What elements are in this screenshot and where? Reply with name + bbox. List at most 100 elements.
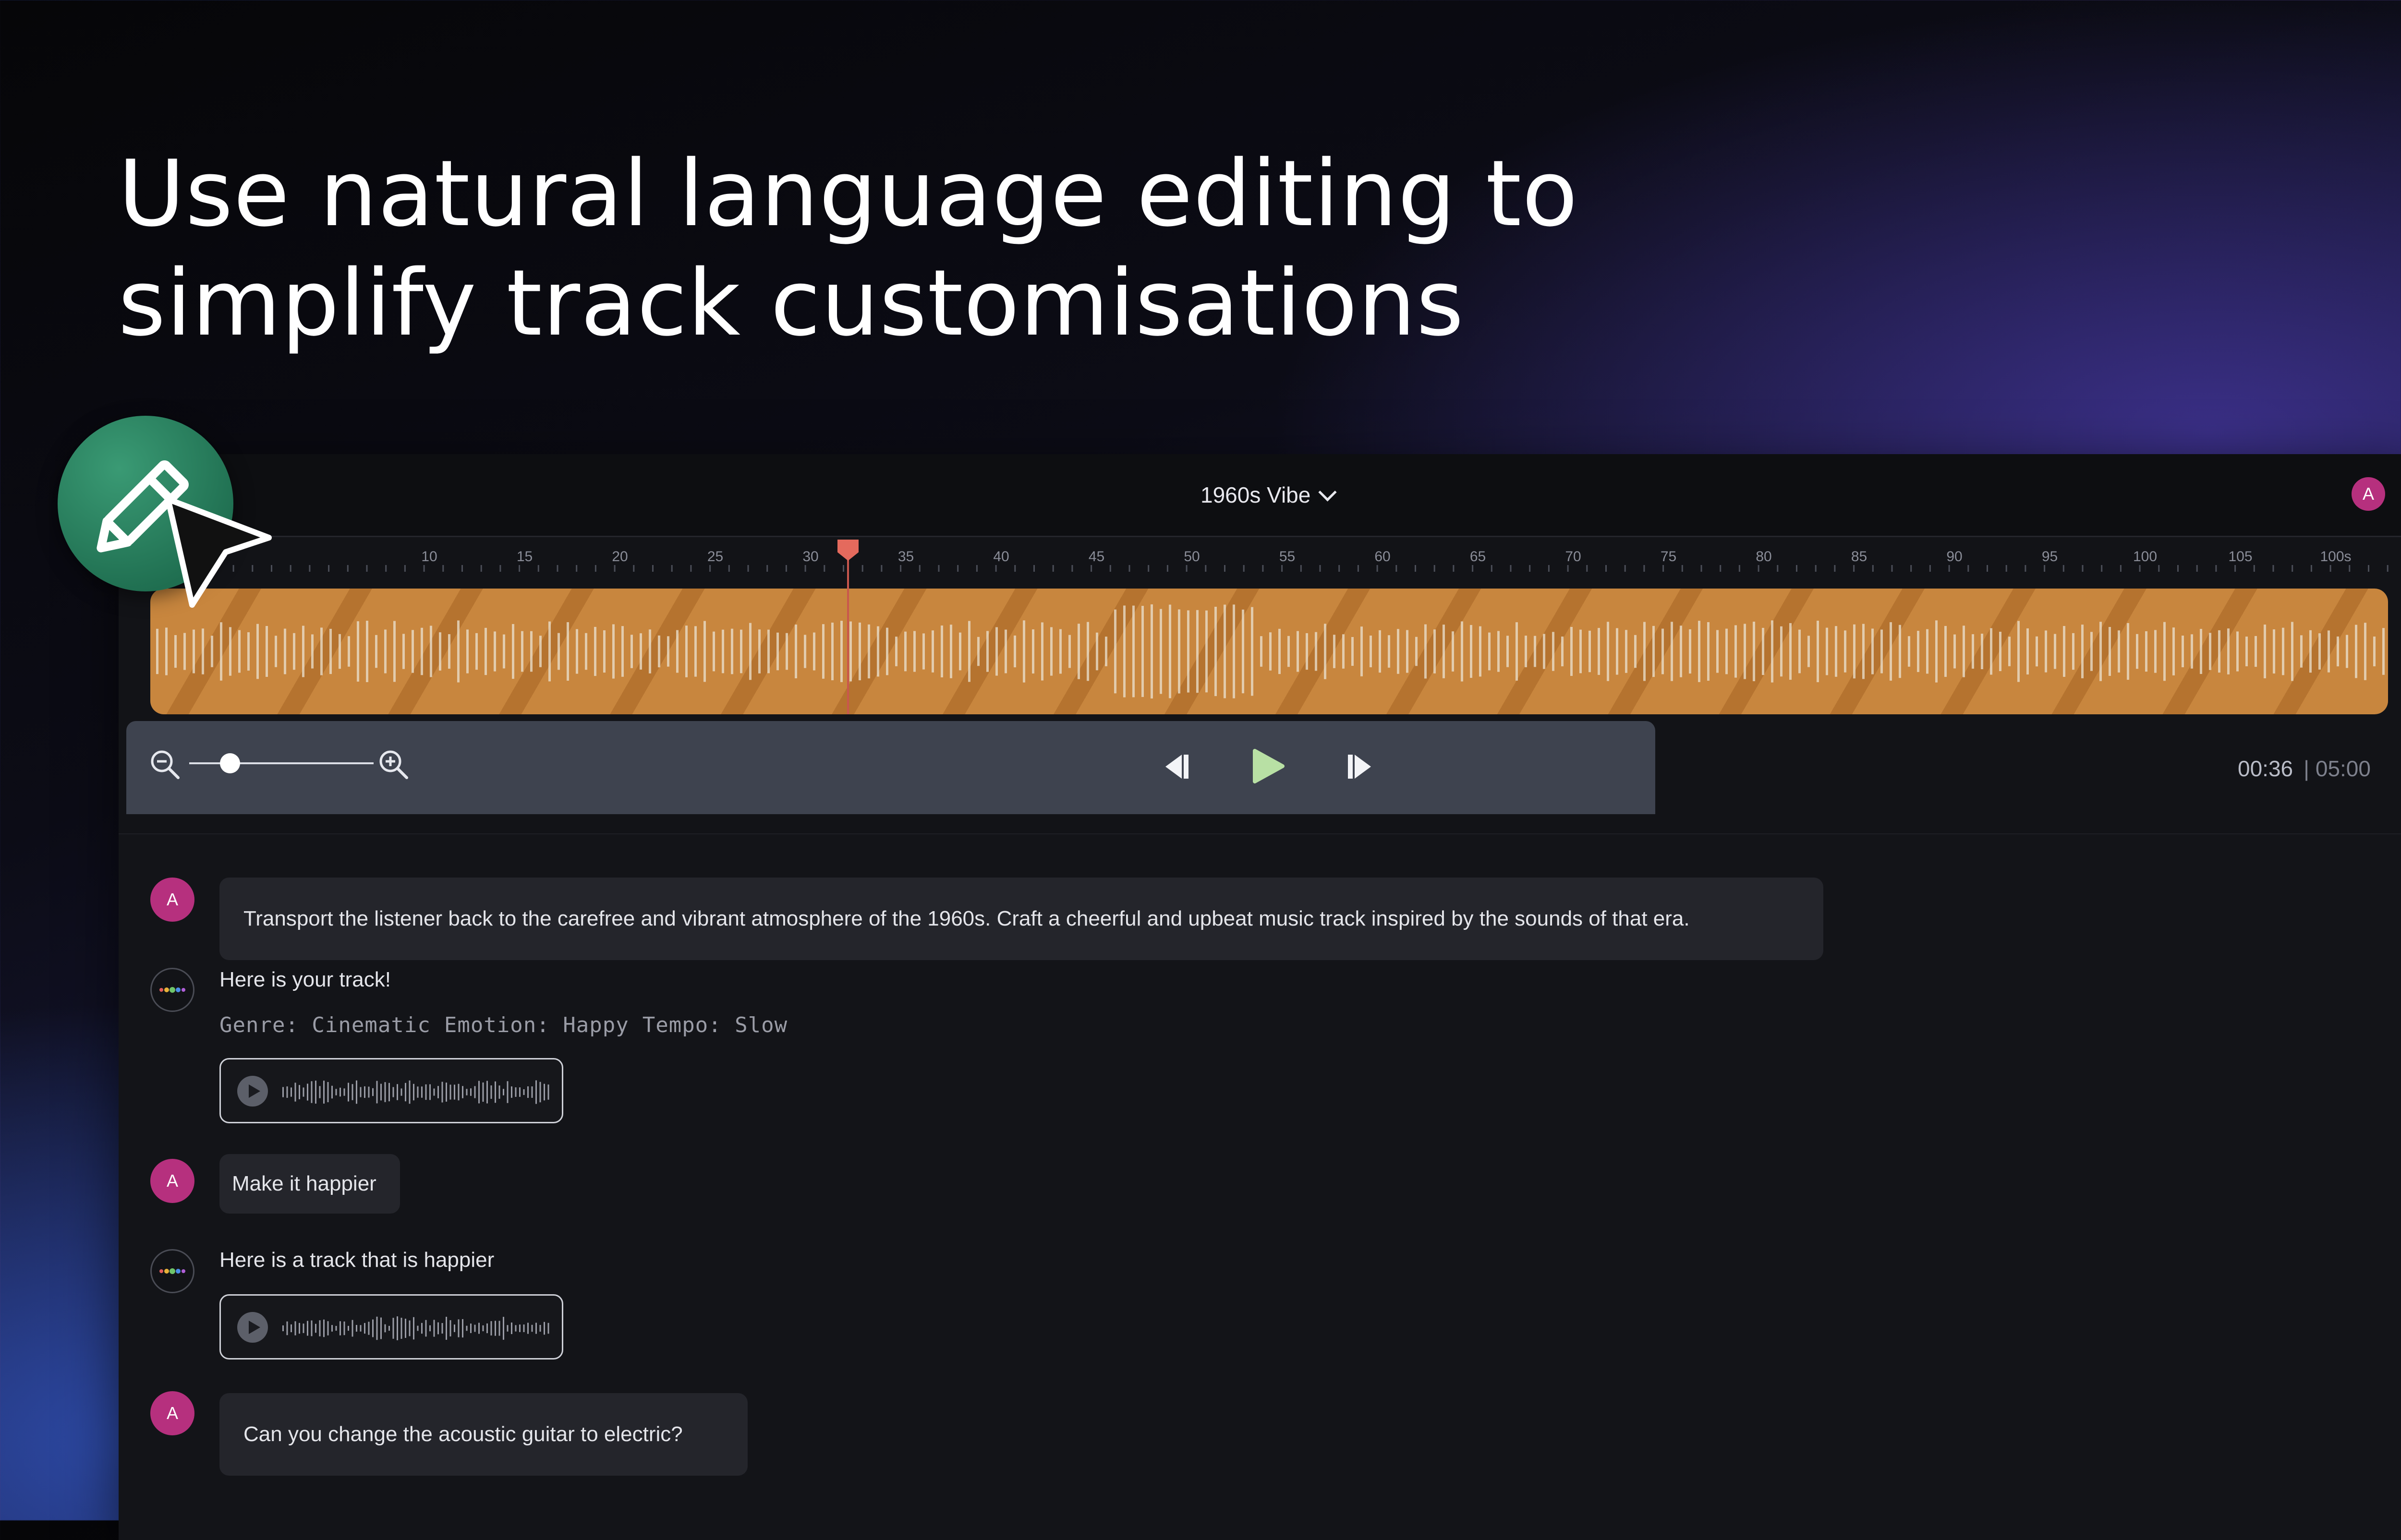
mini-waveform-bar [474, 1086, 476, 1098]
cursor-icon [165, 496, 272, 608]
waveform-bar [1424, 624, 1427, 679]
waveform-logo-icon [159, 987, 185, 993]
skip-forward-icon[interactable] [1345, 751, 1377, 782]
waveform-bar [576, 629, 578, 674]
waveform-bar [2337, 636, 2339, 667]
zoom-slider-track[interactable] [189, 762, 374, 764]
mini-waveform-bar [466, 1325, 468, 1331]
skip-back-icon[interactable] [1160, 751, 1191, 782]
mini-waveform-bar [331, 1325, 333, 1332]
waveform-bar [1214, 606, 1217, 697]
waveform-bar [548, 621, 551, 682]
waveform-bar [165, 627, 168, 675]
play-icon[interactable] [237, 1312, 268, 1343]
play-icon[interactable] [1249, 748, 1285, 784]
waveform-bar [685, 626, 688, 677]
waveform-bar [448, 634, 450, 669]
waveform-bar [1360, 626, 1363, 676]
waveform-bar [1634, 635, 1637, 668]
mini-waveform-bar [535, 1323, 537, 1334]
mini-waveform-bar [544, 1083, 545, 1101]
ruler-label: 75 [1661, 549, 1676, 565]
waveform-track[interactable] [150, 589, 2388, 714]
track-title-dropdown[interactable]: 1960s Vibe [1200, 482, 1337, 508]
waveform-bar [913, 631, 916, 672]
play-icon[interactable] [237, 1076, 268, 1107]
waveform-bar [2109, 627, 2111, 676]
waveform-bar [1151, 604, 1153, 699]
user-avatar[interactable]: A [2352, 477, 2385, 511]
mini-waveform-bar [380, 1317, 382, 1339]
waveform-bar [1324, 624, 1326, 679]
mini-waveform-bar [319, 1320, 321, 1336]
mini-waveform-bar [299, 1085, 300, 1099]
time-display: 00:36 | 05:00 [2238, 756, 2371, 782]
mini-waveform-bar [405, 1318, 406, 1338]
mini-waveform-bar [405, 1083, 406, 1102]
mini-waveform-bar [388, 1325, 390, 1331]
audio-player[interactable] [219, 1294, 563, 1360]
mini-waveform-bar [474, 1324, 476, 1332]
waveform-bar [2191, 634, 2193, 669]
player-controls [126, 721, 1655, 814]
waveform-bar [2099, 622, 2102, 681]
mini-waveform-bar [478, 1081, 480, 1104]
mini-waveform-bar [433, 1088, 435, 1096]
waveform-bar [922, 633, 925, 670]
mini-waveform-bar [315, 1081, 316, 1104]
ruler-label: 10 [421, 549, 437, 565]
waveform-bar [1388, 635, 1390, 668]
waveform-bar [1443, 625, 1445, 678]
waveform-bar [2209, 633, 2211, 670]
mini-waveform-bar [531, 1086, 533, 1098]
zoom-out-icon[interactable] [149, 749, 181, 781]
mini-waveform-bar [495, 1081, 496, 1103]
mini-waveform-bar [299, 1323, 300, 1334]
waveform-bar [2291, 622, 2293, 681]
waveform-bar [2172, 627, 2175, 675]
mini-waveform-bar [547, 1323, 549, 1334]
waveform-bar [1798, 629, 1801, 674]
waveform-bar [2218, 630, 2220, 673]
zoom-slider-knob[interactable] [220, 753, 240, 773]
waveform-bar [1260, 636, 1262, 667]
waveform-bar [1506, 636, 1509, 667]
waveform-bar [539, 636, 542, 667]
mini-waveform-bar [498, 1085, 500, 1099]
mini-waveform-bar [340, 1321, 341, 1335]
waveform-bar [1917, 631, 1919, 672]
zoom-in-icon[interactable] [378, 749, 410, 781]
mini-waveform-bar [348, 1325, 349, 1331]
waveform-bar [1233, 604, 1235, 698]
audio-player[interactable] [219, 1058, 563, 1123]
mini-waveform-bar [441, 1082, 443, 1103]
playhead-line [847, 541, 849, 714]
mini-waveform-bar [535, 1080, 537, 1104]
mini-waveform-bar [360, 1087, 362, 1097]
waveform-bar [1041, 622, 1043, 681]
waveform-bar [658, 635, 660, 668]
ruler-label: 30 [802, 549, 818, 565]
waveform-bar [1078, 624, 1080, 679]
mini-waveform-bar [380, 1083, 382, 1101]
waveform-bar [521, 631, 523, 672]
ruler-label: 45 [1089, 549, 1104, 565]
ruler-label: 20 [612, 549, 628, 565]
waveform-bar [713, 631, 715, 672]
waveform-bar [1844, 630, 1846, 673]
waveform-bar [302, 626, 304, 677]
mini-waveform-bar [294, 1083, 296, 1102]
waveform-bar [1725, 628, 1728, 674]
waveform-bar [2346, 635, 2348, 668]
waveform-bar [1598, 628, 1600, 675]
mini-waveform-bar [531, 1324, 533, 1332]
mini-waveform-bar [360, 1325, 362, 1332]
waveform-bar [795, 624, 797, 679]
timeline-ruler[interactable]: 10 15 20 25 30 35 40 45 50 55 60 65 70 75 80 85 90 95 100 1… [119, 536, 2401, 572]
waveform-bar [603, 630, 606, 673]
mini-waveform-bar [303, 1323, 304, 1333]
total-time: | 05:00 [2304, 756, 2371, 781]
waveform-bar [2163, 622, 2166, 681]
mini-waveform-bar [470, 1323, 472, 1333]
mini-waveform-bar [482, 1325, 484, 1332]
